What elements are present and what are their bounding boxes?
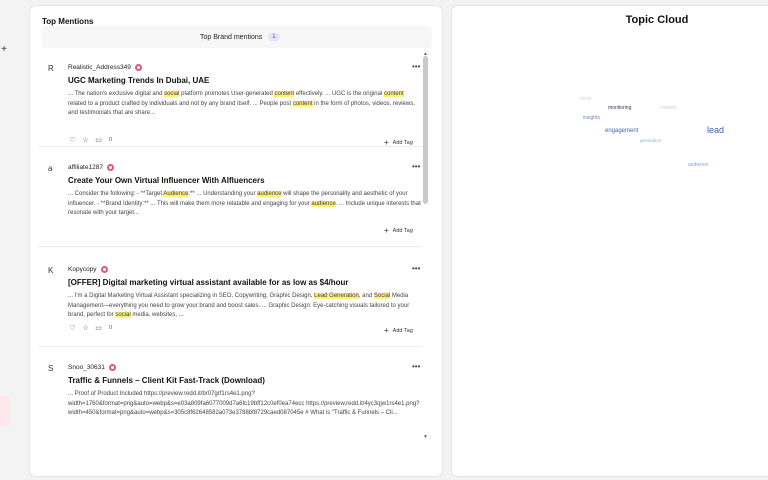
post-author[interactable]: Kopycopy	[68, 266, 108, 273]
reddit-icon	[134, 64, 142, 71]
post-snippet: ... Consider the following: - **Target A…	[68, 190, 422, 219]
cloud-word[interactable]: lead	[707, 125, 724, 135]
divider	[38, 346, 422, 347]
divider	[38, 146, 422, 147]
post-title[interactable]: [OFFER] Digital marketing virtual assist…	[68, 278, 349, 287]
add-tag-label: Add Tag	[392, 327, 413, 334]
post-author[interactable]: Snoo_30631	[68, 364, 116, 371]
comment-count: 0	[109, 137, 113, 143]
mentions-feed[interactable]: R Realistic_Address349 ••• UGC Marketing…	[30, 50, 430, 440]
cloud-word[interactable]: content	[660, 105, 676, 111]
reddit-icon	[100, 266, 108, 273]
post-author-name: Kopycopy	[68, 266, 97, 273]
post-actions: ♡ ☆ ▭ 0	[68, 136, 112, 144]
keyword-highlight: social	[115, 312, 131, 318]
keyword-highlight: content	[292, 100, 313, 107]
snippet-text: effectively. ... UGC is the original	[294, 91, 384, 97]
keyword-highlight: content	[274, 91, 295, 97]
post-snippet: ... The nation's exclusive digital and s…	[68, 90, 422, 119]
keyword-highlight: Lead Generation	[314, 293, 359, 299]
keyword-highlight: Audience	[163, 191, 189, 197]
divider	[38, 246, 422, 247]
more-options-icon[interactable]: •••	[412, 62, 420, 71]
reddit-icon	[108, 364, 116, 371]
tab-bar: Top Brand mentions 1	[42, 26, 432, 48]
rail-active-marker	[0, 396, 10, 426]
snippet-text: related to a product crafted by individu…	[68, 100, 293, 107]
tab-label: Top Brand mentions	[200, 33, 263, 41]
cloud-word[interactable]: engagement	[605, 128, 638, 134]
left-rail: +	[0, 0, 24, 480]
post-actions: ♡ ☆ ▭ 0	[68, 324, 112, 332]
list-item: K Kopycopy ••• [OFFER] Digital marketing…	[30, 264, 422, 364]
cloud-word[interactable]: audience	[688, 162, 708, 168]
post-author[interactable]: Realistic_Address349	[68, 64, 142, 71]
snippet-text: ... Consider the following: - **Target	[68, 191, 164, 197]
word-cloud: tiktok monitoring content insights lead …	[452, 6, 768, 206]
cloud-word[interactable]: tiktok	[580, 96, 592, 102]
more-options-icon[interactable]: •••	[412, 362, 420, 371]
post-snippet: ... I'm a Digital Marketing Virtual Assi…	[68, 292, 422, 321]
post-title[interactable]: Traffic & Funnels – Client Kit Fast-Trac…	[68, 376, 265, 385]
add-tag-button[interactable]: + Add Tag	[384, 326, 413, 335]
add-tag-label: Add Tag	[392, 227, 413, 234]
snippet-text: platform promotes User-generated	[179, 91, 275, 97]
plus-icon: +	[384, 326, 389, 335]
snippet-text: media, websites, ...	[130, 312, 184, 318]
post-author-name: affiliate1287	[68, 164, 103, 171]
keyword-highlight: social	[164, 91, 180, 97]
top-mentions-panel: Top Mentions Top Brand mentions 1 R Real…	[30, 6, 442, 476]
more-options-icon[interactable]: •••	[412, 162, 420, 171]
snippet-text: :** ... Understanding your	[188, 191, 258, 197]
list-item: a affiliate1287 ••• Create Your Own Virt…	[30, 162, 422, 252]
list-item: R Realistic_Address349 ••• UGC Marketing…	[30, 62, 422, 162]
keyword-highlight: audience	[257, 191, 282, 197]
avatar: S	[48, 364, 54, 373]
scroll-down-arrow-icon[interactable]: ▼	[423, 434, 428, 440]
star-icon[interactable]: ☆	[81, 136, 90, 144]
keyword-highlight: Social	[373, 293, 391, 299]
snippet-text: ... Proof of Product Included https://pr…	[68, 391, 420, 416]
comment-icon[interactable]: ▭	[94, 136, 103, 144]
plus-icon: +	[384, 226, 389, 235]
panel-title: Top Mentions	[42, 17, 94, 26]
cloud-word[interactable]: insights	[583, 115, 600, 121]
add-tag-button[interactable]: + Add Tag	[384, 226, 413, 235]
topic-cloud-panel: Topic Cloud tiktok monitoring content in…	[452, 6, 768, 476]
cloud-word[interactable]: monitoring	[608, 105, 631, 111]
keyword-highlight: audience	[311, 200, 336, 207]
comment-icon[interactable]: ▭	[94, 324, 103, 332]
post-title[interactable]: Create Your Own Virtual Influencer With …	[68, 176, 265, 185]
avatar: a	[48, 164, 53, 173]
reddit-icon	[106, 164, 114, 171]
star-icon[interactable]: ☆	[81, 324, 90, 332]
feed-scrollbar[interactable]	[423, 56, 428, 204]
post-title[interactable]: UGC Marketing Trends In Dubai, UAE	[68, 76, 209, 85]
snippet-text: , and	[358, 293, 374, 299]
avatar: R	[48, 64, 54, 73]
cloud-word[interactable]: generation	[640, 138, 661, 143]
heart-icon[interactable]: ♡	[68, 136, 77, 144]
tab-count-badge: 1	[268, 33, 280, 41]
add-tag-label: Add Tag	[392, 139, 413, 146]
post-author-name: Realistic_Address349	[68, 64, 131, 71]
more-options-icon[interactable]: •••	[412, 264, 420, 273]
keyword-highlight: content	[383, 91, 404, 97]
tab-top-brand-mentions[interactable]: Top Brand mentions 1	[200, 31, 280, 43]
snippet-text: ... The nation's exclusive digital and	[68, 91, 165, 97]
list-item: S Snoo_30631 ••• Traffic & Funnels – Cli…	[30, 362, 422, 440]
snippet-text: ... I'm a Digital Marketing Virtual Assi…	[68, 293, 315, 299]
post-author-name: Snoo_30631	[68, 364, 105, 371]
rail-add-icon[interactable]: +	[0, 44, 8, 55]
avatar: K	[48, 266, 54, 275]
post-author[interactable]: affiliate1287	[68, 164, 114, 171]
comment-count: 0	[109, 325, 113, 331]
post-snippet: ... Proof of Product Included https://pr…	[68, 390, 422, 419]
heart-icon[interactable]: ♡	[68, 324, 77, 332]
